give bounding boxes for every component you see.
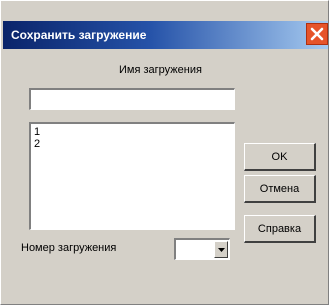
name-label: Имя загружения <box>119 64 202 76</box>
chevron-down-icon <box>218 248 225 252</box>
download-list[interactable]: 1 2 <box>29 122 235 230</box>
number-label: Номер загружения <box>21 242 117 254</box>
title-bar[interactable]: Сохранить загружение <box>3 21 328 49</box>
help-button[interactable]: Справка <box>244 215 316 243</box>
name-input[interactable] <box>29 88 235 110</box>
list-item[interactable]: 2 <box>31 138 234 150</box>
close-button[interactable] <box>306 23 328 45</box>
ok-button[interactable]: OK <box>244 143 316 171</box>
save-download-dialog: Сохранить загружение Имя загружения 1 2 … <box>0 0 329 305</box>
list-item[interactable]: 1 <box>31 126 234 138</box>
number-combobox[interactable] <box>174 238 230 260</box>
cancel-button[interactable]: Отмена <box>244 175 316 203</box>
dropdown-button[interactable] <box>214 241 228 258</box>
window-title: Сохранить загружение <box>11 28 147 42</box>
close-icon <box>310 27 324 41</box>
